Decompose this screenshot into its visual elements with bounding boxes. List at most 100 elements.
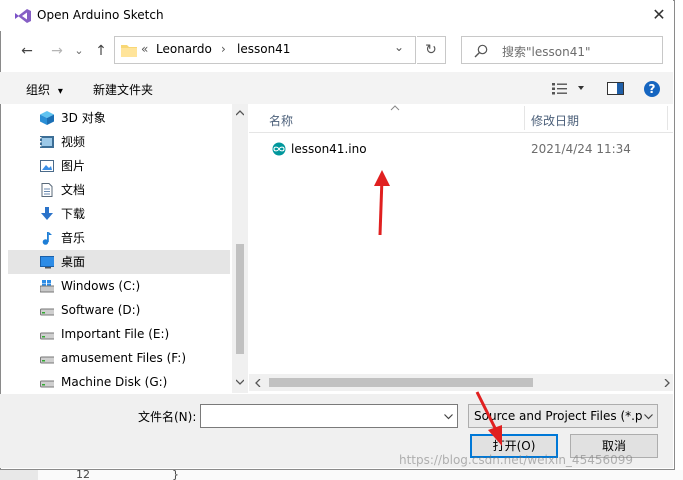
- file-row[interactable]: lesson41.ino 2021/4/24 11:34: [267, 138, 667, 160]
- background-window: [675, 0, 683, 480]
- drive-icon: [40, 356, 54, 364]
- refresh-button[interactable]: ↻: [417, 36, 446, 64]
- sidebar-item-music[interactable]: 音乐: [8, 226, 230, 250]
- sidebar-item-label: 下载: [61, 207, 86, 221]
- new-folder-label: 新建文件夹: [93, 83, 154, 97]
- sidebar-item-downloads[interactable]: 下载: [8, 202, 230, 226]
- visual-studio-icon: [15, 9, 31, 23]
- forward-button[interactable]: →: [46, 40, 68, 62]
- view-options-icon[interactable]: [551, 82, 591, 96]
- filename-input[interactable]: [204, 407, 438, 427]
- arduino-file-icon: [272, 142, 286, 156]
- music-icon: [42, 232, 52, 245]
- new-folder-button[interactable]: 新建文件夹: [93, 81, 153, 98]
- drive-icon: [40, 308, 54, 316]
- drive-icon: [40, 380, 54, 388]
- help-icon[interactable]: ?: [643, 80, 661, 98]
- sidebar-item-amusement-files-f[interactable]: amusement Files (F:): [8, 346, 230, 370]
- background-editor: 12 }: [0, 470, 683, 480]
- scrollbar-thumb[interactable]: [236, 244, 244, 354]
- back-button[interactable]: ←: [16, 40, 38, 62]
- scrollbar-thumb[interactable]: [269, 378, 533, 387]
- documents-icon: [41, 183, 53, 197]
- chevron-down-icon[interactable]: [444, 414, 453, 420]
- close-button[interactable]: ✕: [645, 3, 673, 27]
- sidebar-item-label: 图片: [61, 159, 86, 173]
- breadcrumb-overflow[interactable]: «: [141, 42, 148, 56]
- background-gutter: [0, 470, 38, 480]
- address-dropdown-icon[interactable]: ⌄: [394, 40, 404, 54]
- recent-locations-button[interactable]: ⌄: [68, 40, 90, 62]
- file-name: lesson41.ino: [291, 142, 367, 156]
- breadcrumb-separator: ›: [221, 42, 226, 56]
- sidebar-item-label: 音乐: [61, 231, 86, 245]
- sidebar-item-desktop[interactable]: 桌面: [8, 250, 230, 274]
- preview-pane-icon[interactable]: [607, 82, 625, 96]
- sidebar-item-software-d[interactable]: Software (D:): [8, 298, 230, 322]
- breadcrumb-lesson41[interactable]: lesson41: [237, 42, 290, 56]
- windows-drive-icon: [40, 280, 54, 293]
- sidebar-item-label: Software (D:): [61, 303, 141, 317]
- sidebar-item-machine-disk-g[interactable]: Machine Disk (G:): [8, 370, 230, 393]
- forward-arrow-icon: →: [51, 43, 63, 59]
- title-bar: Open Arduino Sketch ✕: [0, 0, 673, 31]
- sidebar-item-label: 视频: [61, 135, 86, 149]
- folder-icon: [121, 45, 137, 57]
- column-divider[interactable]: [667, 106, 668, 130]
- sidebar-item-pictures[interactable]: 图片: [8, 154, 230, 178]
- search-box[interactable]: 搜索"lesson41": [461, 36, 663, 64]
- file-type-select[interactable]: Source and Project Files (*.p: [468, 404, 658, 428]
- organize-label: 组织: [26, 83, 51, 97]
- background-line-number: 12: [76, 470, 90, 480]
- sidebar-item-label: 文档: [61, 183, 86, 197]
- sidebar-item-videos[interactable]: 视频: [8, 130, 230, 154]
- video-icon: [40, 136, 54, 148]
- drive-icon: [40, 332, 54, 340]
- column-header-modified[interactable]: 修改日期: [531, 112, 579, 129]
- column-divider[interactable]: [524, 106, 525, 130]
- refresh-icon: ↻: [425, 42, 437, 58]
- chevron-down-icon: [644, 414, 653, 420]
- download-icon: [41, 207, 53, 220]
- column-header-name[interactable]: 名称: [269, 112, 293, 129]
- sidebar-item-label: Machine Disk (G:): [61, 375, 168, 389]
- search-placeholder: 搜索"lesson41": [502, 45, 591, 59]
- file-list: 名称 修改日期 lesson41.ino 2021/4/24 11:34: [249, 104, 673, 374]
- navigation-pane: 3D 对象 视频 图片 文档 下载 音乐 桌面 Windows (C:) Sof…: [8, 104, 248, 393]
- sidebar-item-documents[interactable]: 文档: [8, 178, 230, 202]
- pictures-icon: [40, 160, 54, 172]
- sidebar-item-3d-objects[interactable]: 3D 对象: [8, 106, 230, 130]
- organize-menu[interactable]: 组织 ▾: [26, 81, 63, 98]
- scroll-down-icon[interactable]: [236, 379, 244, 385]
- sidebar-item-label: Windows (C:): [61, 279, 141, 293]
- cancel-button-label: 取消: [601, 439, 626, 453]
- svg-text:?: ?: [649, 82, 656, 96]
- window-title: Open Arduino Sketch: [37, 8, 164, 22]
- up-arrow-icon: ↑: [95, 43, 107, 59]
- sidebar-item-label: amusement Files (F:): [61, 351, 187, 365]
- sidebar-scrollbar[interactable]: [232, 104, 248, 393]
- search-icon: [474, 44, 488, 58]
- file-modified-date: 2021/4/24 11:34: [531, 142, 631, 156]
- sidebar-item-label: Important File (E:): [61, 327, 170, 341]
- scroll-left-icon[interactable]: [255, 379, 261, 387]
- sidebar-item-windows-c[interactable]: Windows (C:): [8, 274, 230, 298]
- up-button[interactable]: ↑: [90, 40, 112, 62]
- back-arrow-icon: ←: [21, 43, 33, 59]
- 3d-objects-icon: [40, 111, 54, 125]
- scroll-up-icon[interactable]: [236, 110, 244, 116]
- address-bar[interactable]: « Leonardo › lesson41 ⌄: [114, 36, 416, 64]
- close-icon: ✕: [652, 5, 666, 24]
- background-brace: }: [172, 470, 179, 480]
- sidebar-item-important-file-e[interactable]: Important File (E:): [8, 322, 230, 346]
- column-header-row: 名称 修改日期: [249, 104, 673, 133]
- desktop-icon: [40, 256, 54, 269]
- filename-label: 文件名(N):: [138, 410, 197, 424]
- scroll-right-icon[interactable]: [664, 379, 670, 387]
- breadcrumb-leonardo[interactable]: Leonardo: [156, 42, 212, 56]
- file-type-value: Source and Project Files (*.p: [474, 409, 643, 423]
- watermark-text: https://blog.csdn.net/weixin_45456099: [399, 453, 634, 467]
- command-toolbar: 组织 ▾ 新建文件夹 ?: [0, 72, 673, 104]
- file-list-horizontal-scrollbar[interactable]: [249, 374, 673, 391]
- filename-combobox[interactable]: [200, 404, 458, 428]
